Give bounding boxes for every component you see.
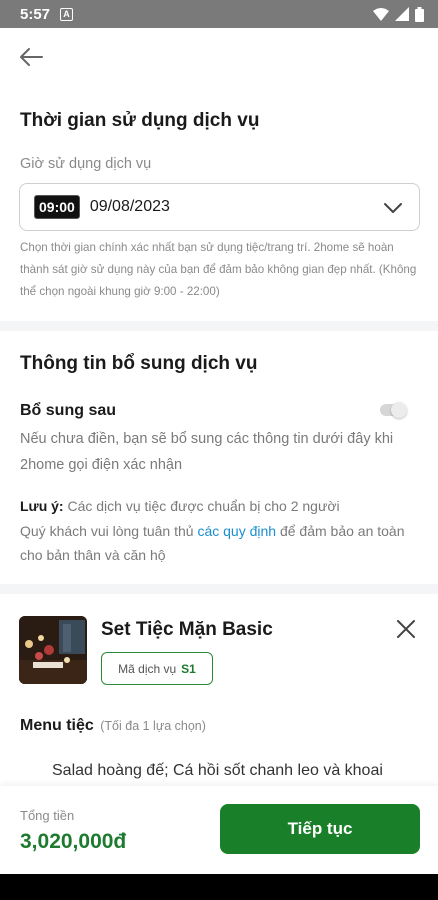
- service-code-badge: Mã dịch vụ S1: [101, 652, 213, 685]
- menu-option[interactable]: Salad hoàng đế; Cá hồi sốt chanh leo và …: [52, 762, 438, 780]
- note-line-1: Các dịch vụ tiệc được chuẩn bị cho 2 ngư…: [67, 498, 340, 514]
- date-text: 09/08/2023: [89, 198, 170, 215]
- back-arrow-icon: [20, 48, 43, 66]
- cellular-icon: [395, 7, 409, 21]
- remove-product-button[interactable]: [394, 617, 420, 643]
- product-image: [19, 616, 87, 684]
- status-time: 5:57: [20, 5, 51, 23]
- status-icons: [373, 6, 424, 22]
- section-divider: [0, 321, 438, 331]
- service-time-title: Thời gian sử dụng dịch vụ: [20, 110, 260, 131]
- total-label: Tổng tiền: [20, 808, 75, 823]
- service-time-hint: Chọn thời gian chính xác nhất bạn sử dụn…: [20, 241, 417, 298]
- supplement-description: Nếu chưa điền, bạn sẽ bổ sung các thông …: [20, 431, 394, 473]
- system-nav-bar: [0, 874, 438, 900]
- product-name: Set Tiệc Mặn Basic: [101, 619, 273, 640]
- additional-info-title: Thông tin bổ sung dịch vụ: [20, 353, 258, 374]
- product-thumbnail: [19, 616, 87, 684]
- menu-title-label: Menu tiệc: [20, 717, 94, 734]
- note-line-2-pre: Quý khách vui lòng tuân thủ: [20, 522, 194, 539]
- supplement-later-label: Bổ sung sau: [20, 402, 117, 419]
- status-bar: 5:57 A: [0, 0, 438, 28]
- supplement-later-toggle[interactable]: [380, 402, 407, 418]
- toggle-knob: [391, 402, 407, 418]
- close-icon: [397, 620, 415, 638]
- wifi-icon: [373, 7, 389, 21]
- service-code-label: Mã dịch vụ: [118, 661, 177, 676]
- service-time-label: Giờ sử dụng dịch vụ: [20, 156, 152, 172]
- battery-icon: [415, 6, 424, 22]
- note-label: Lưu ý:: [20, 498, 64, 514]
- regulations-link[interactable]: các quy định: [197, 523, 276, 539]
- menu-title: Menu tiệc (Tối đa 1 lựa chọn): [20, 717, 206, 735]
- time-chip: 09:00: [34, 195, 80, 219]
- continue-button[interactable]: Tiếp tục: [220, 804, 420, 854]
- total-value: 3,020,000đ: [20, 830, 127, 853]
- service-code-value: S1: [181, 661, 196, 676]
- chevron-down-icon: [384, 203, 402, 213]
- notification-icon: A: [60, 7, 74, 21]
- menu-subtitle: (Tối đa 1 lựa chọn): [100, 719, 206, 733]
- datetime-select[interactable]: 09:00 09/08/2023: [19, 183, 420, 231]
- back-button[interactable]: [18, 46, 46, 70]
- section-divider: [0, 584, 438, 594]
- bottom-bar: Tổng tiền 3,020,000đ Tiếp tục: [0, 786, 438, 874]
- note-block: Lưu ý: Các dịch vụ tiệc được chuẩn bị ch…: [20, 494, 425, 568]
